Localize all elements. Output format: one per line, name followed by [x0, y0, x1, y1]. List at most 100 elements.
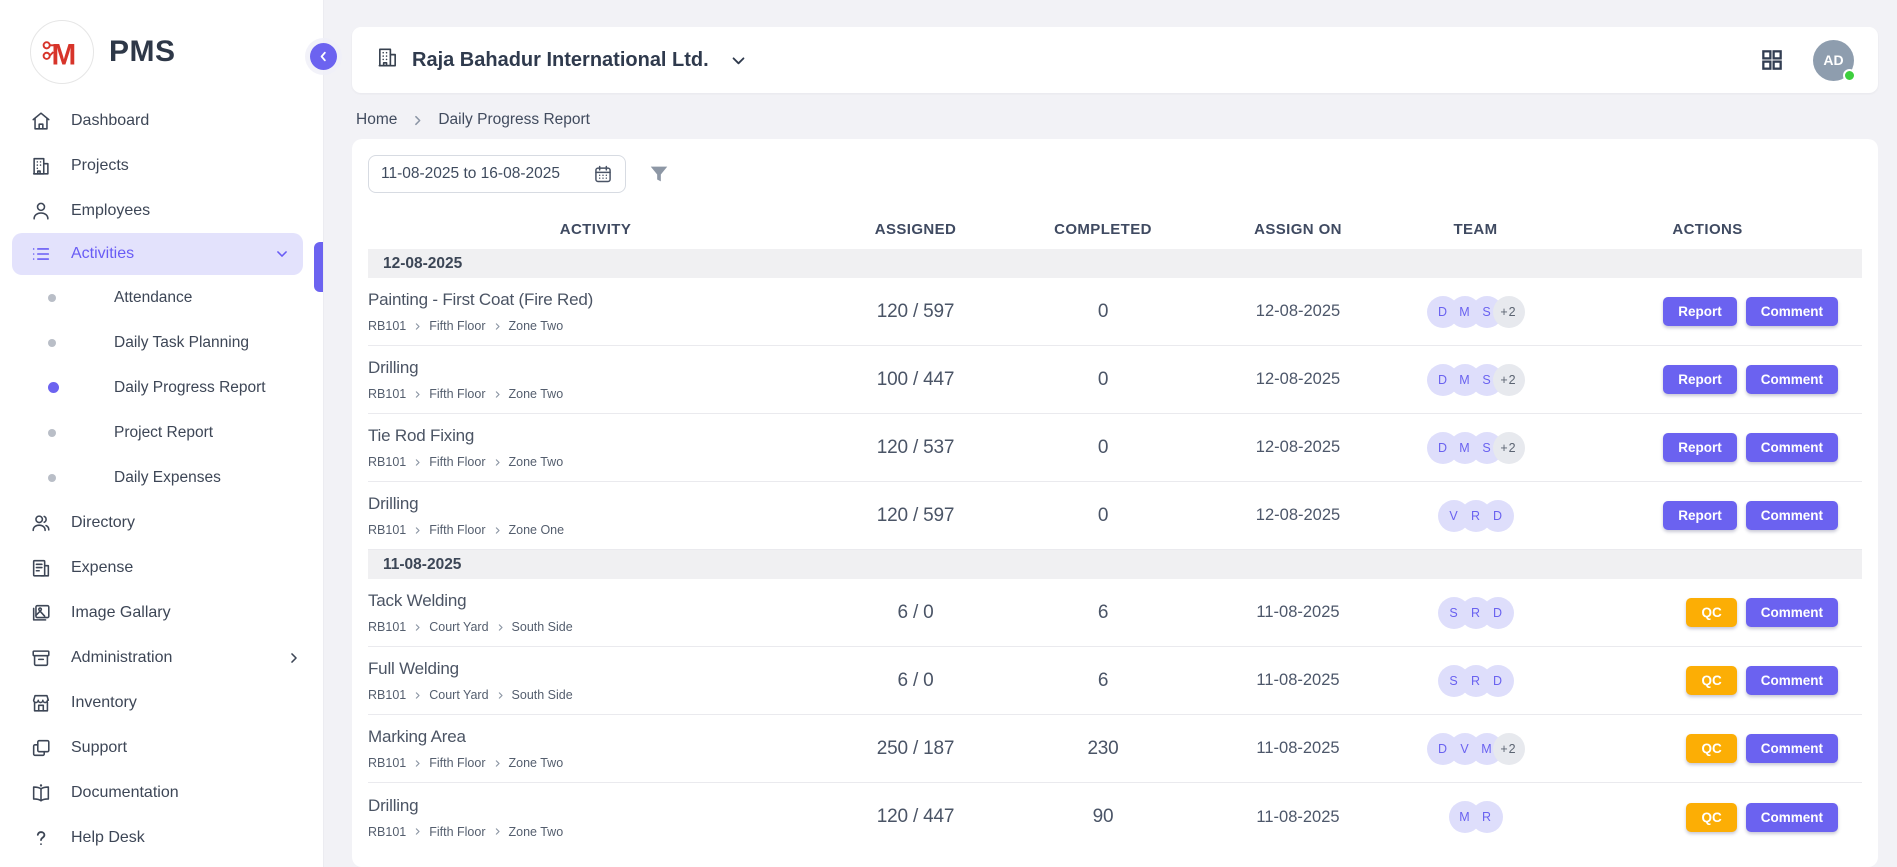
actions-cell: Report Comment — [1553, 297, 1862, 326]
sidebar-item-administration[interactable]: Administration — [0, 635, 323, 680]
sidebar-item-directory[interactable]: Directory — [0, 500, 323, 545]
sidebar-item-employees[interactable]: Employees — [0, 188, 323, 233]
content-card: 11-08-2025 to 16-08-2025 ACTIVITYASSIGNE… — [352, 139, 1878, 867]
path-segment: RB101 — [368, 319, 406, 333]
sidebar-item-help-desk[interactable]: Help Desk — [0, 815, 323, 860]
sidebar-item-image-gallary[interactable]: Image Gallary — [0, 590, 323, 635]
sidebar-item-support[interactable]: Support — [0, 725, 323, 770]
team-extra-count: +2 — [1493, 733, 1525, 765]
completed-value: 230 — [1008, 738, 1198, 760]
assign-on-date: 11-08-2025 — [1198, 808, 1398, 827]
qc-button[interactable]: QC — [1686, 666, 1736, 695]
sidebar-subitem-daily-task-planning[interactable]: Daily Task Planning — [0, 320, 323, 365]
column-header-activity: ACTIVITY — [368, 221, 823, 238]
comment-button[interactable]: Comment — [1746, 803, 1838, 832]
sidebar-collapse-button[interactable] — [310, 43, 337, 70]
actions-cell: QC Comment — [1553, 598, 1862, 627]
user-initials: AD — [1823, 52, 1843, 68]
path-segment: South Side — [512, 688, 573, 702]
sidebar-subitem-attendance[interactable]: Attendance — [0, 275, 323, 320]
path-segment: RB101 — [368, 620, 406, 634]
comment-button[interactable]: Comment — [1746, 501, 1838, 530]
assign-on-date: 11-08-2025 — [1198, 603, 1398, 622]
path-segment: Court Yard — [429, 620, 488, 634]
assign-on-date: 12-08-2025 — [1198, 370, 1398, 389]
bullet-icon — [48, 474, 56, 482]
apps-grid-icon[interactable] — [1759, 47, 1785, 73]
activity-title: Marking Area — [368, 727, 813, 747]
assigned-value: 120 / 597 — [823, 505, 1008, 527]
chevron-right-icon — [287, 651, 301, 665]
path-segment: RB101 — [368, 688, 406, 702]
sidebar-item-projects[interactable]: Projects — [0, 143, 323, 188]
activity-title: Drilling — [368, 358, 813, 378]
sidebar-nav: Dashboard Projects Employees Activities … — [0, 98, 323, 860]
sidebar-item-label: Expense — [71, 559, 301, 577]
breadcrumb-current: Daily Progress Report — [438, 111, 590, 129]
sidebar-item-expense[interactable]: Expense — [0, 545, 323, 590]
question-icon — [30, 827, 52, 849]
app-logo: M PMS — [0, 0, 323, 98]
sidebar-subitem-daily-expenses[interactable]: Daily Expenses — [0, 455, 323, 500]
qc-button[interactable]: QC — [1686, 803, 1736, 832]
assigned-value: 6 / 0 — [823, 602, 1008, 624]
team-avatars: MR — [1398, 801, 1553, 833]
date-group-header: 12-08-2025 — [368, 249, 1862, 278]
chevron-right-icon — [413, 390, 422, 399]
completed-value: 6 — [1008, 602, 1198, 624]
sidebar-item-label: Employees — [71, 202, 301, 220]
sidebar-item-dashboard[interactable]: Dashboard — [0, 98, 323, 143]
column-header-assigned: ASSIGNED — [823, 221, 1008, 238]
archive-icon — [30, 647, 52, 669]
column-header-assign-on: ASSIGN ON — [1198, 221, 1398, 238]
column-header-team: TEAM — [1398, 221, 1553, 238]
assigned-value: 250 / 187 — [823, 738, 1008, 760]
user-avatar[interactable]: AD — [1813, 40, 1854, 81]
qc-button[interactable]: QC — [1686, 598, 1736, 627]
calendar-icon — [593, 164, 613, 184]
comment-button[interactable]: Comment — [1746, 365, 1838, 394]
book-icon — [30, 782, 52, 804]
path-segment: Fifth Floor — [429, 387, 485, 401]
comment-button[interactable]: Comment — [1746, 297, 1838, 326]
actions-cell: QC Comment — [1553, 803, 1862, 832]
activity-cell: Drilling RB101Fifth FloorZone One — [368, 494, 823, 537]
report-button[interactable]: Report — [1663, 501, 1737, 530]
company-selector[interactable]: Raja Bahadur International Ltd. — [376, 46, 747, 74]
sidebar-item-inventory[interactable]: Inventory — [0, 680, 323, 725]
filter-funnel-icon[interactable] — [648, 163, 670, 185]
company-name: Raja Bahadur International Ltd. — [412, 49, 709, 72]
path-segment: Zone One — [509, 523, 565, 537]
assign-on-date: 11-08-2025 — [1198, 671, 1398, 690]
chevron-right-icon — [493, 458, 502, 467]
path-segment: Fifth Floor — [429, 825, 485, 839]
activity-title: Tack Welding — [368, 591, 813, 611]
breadcrumb-home[interactable]: Home — [356, 111, 397, 129]
team-extra-count: +2 — [1493, 364, 1525, 396]
report-button[interactable]: Report — [1663, 297, 1737, 326]
chevron-right-icon — [496, 691, 505, 700]
date-range-input[interactable]: 11-08-2025 to 16-08-2025 — [368, 155, 626, 193]
sidebar-subitem-label: Daily Progress Report — [114, 379, 266, 397]
image-icon — [30, 602, 52, 624]
chevron-right-icon — [413, 759, 422, 768]
assigned-value: 6 / 0 — [823, 670, 1008, 692]
sidebar-subitem-project-report[interactable]: Project Report — [0, 410, 323, 455]
activity-location-path: RB101Fifth FloorZone Two — [368, 319, 813, 333]
activity-location-path: RB101Fifth FloorZone One — [368, 523, 813, 537]
comment-button[interactable]: Comment — [1746, 666, 1838, 695]
comment-button[interactable]: Comment — [1746, 598, 1838, 627]
chevron-right-icon — [493, 322, 502, 331]
report-button[interactable]: Report — [1663, 433, 1737, 462]
comment-button[interactable]: Comment — [1746, 734, 1838, 763]
qc-button[interactable]: QC — [1686, 734, 1736, 763]
chevron-right-icon — [413, 458, 422, 467]
actions-cell: QC Comment — [1553, 666, 1862, 695]
table-row: Drilling RB101Fifth FloorZone Two 120 / … — [368, 783, 1862, 851]
sidebar-item-activities[interactable]: Activities — [12, 233, 303, 275]
report-button[interactable]: Report — [1663, 365, 1737, 394]
sidebar-item-documentation[interactable]: Documentation — [0, 770, 323, 815]
sidebar-subitem-daily-progress-report[interactable]: Daily Progress Report — [0, 365, 323, 410]
comment-button[interactable]: Comment — [1746, 433, 1838, 462]
team-extra-count: +2 — [1493, 432, 1525, 464]
